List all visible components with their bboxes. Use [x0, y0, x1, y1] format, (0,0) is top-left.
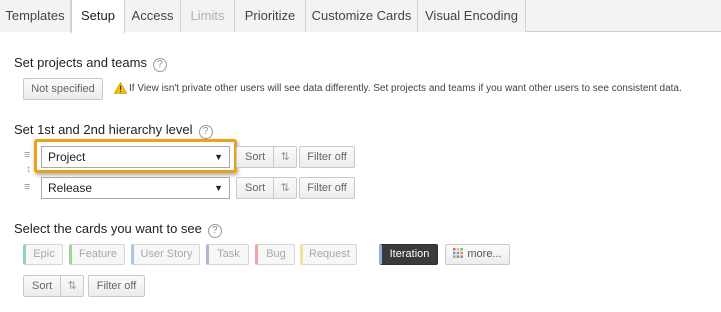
not-specified-button[interactable]: Not specified [23, 78, 103, 100]
hierarchy-level-2-value: Release [48, 181, 93, 195]
tab-visual-encoding[interactable]: Visual Encoding [418, 0, 526, 32]
card-type-epic[interactable]: Epic [23, 244, 63, 265]
sort-control[interactable]: Sort ⇅ [236, 177, 298, 199]
card-type-task[interactable]: Task [206, 244, 249, 265]
filter-button[interactable]: Filter off [299, 177, 355, 199]
chevron-down-icon: ▼ [214, 183, 223, 193]
tab-setup[interactable]: Setup [71, 0, 125, 33]
projects-heading: Set projects and teams? [14, 55, 167, 72]
card-type-request[interactable]: Request [300, 244, 357, 265]
hierarchy-heading-text: Set 1st and 2nd hierarchy level [14, 122, 193, 137]
drag-handle-icon[interactable]: ≡ [24, 182, 30, 193]
hierarchy-level-2-select[interactable]: Release ▼ [41, 177, 230, 199]
projects-heading-text: Set projects and teams [14, 55, 147, 70]
card-types-grid-icon [453, 246, 464, 265]
cards-heading-text: Select the cards you want to see [14, 221, 202, 236]
hierarchy-heading: Set 1st and 2nd hierarchy level? [14, 122, 213, 139]
help-icon[interactable]: ? [207, 224, 222, 238]
sort-direction-icon[interactable]: ⇅ [274, 178, 296, 198]
sort-direction-icon[interactable]: ⇅ [61, 276, 83, 296]
filter-button[interactable]: Filter off [88, 275, 145, 297]
drag-handle-icon[interactable]: ≡ [24, 150, 30, 161]
warning-text: If View isn't private other users will s… [129, 83, 682, 94]
card-type-user-story[interactable]: User Story [131, 244, 200, 265]
help-icon[interactable]: ? [152, 58, 167, 72]
tab-templates[interactable]: Templates [0, 0, 71, 32]
card-type-iteration[interactable]: Iteration [379, 244, 438, 265]
sort-button[interactable]: Sort [237, 147, 275, 167]
card-type-bug[interactable]: Bug [255, 244, 295, 265]
warning-message: If View isn't private other users will s… [113, 81, 682, 100]
help-icon[interactable]: ? [198, 125, 213, 139]
tab-customize-cards[interactable]: Customize Cards [306, 0, 418, 32]
tab-prioritize[interactable]: Prioritize [235, 0, 306, 32]
sort-button[interactable]: Sort [24, 276, 62, 296]
tab-limits: Limits [181, 0, 235, 32]
more-label: more... [467, 248, 502, 260]
sort-button[interactable]: Sort [237, 178, 275, 198]
cards-heading: Select the cards you want to see? [14, 221, 222, 238]
cards-sort-control[interactable]: Sort ⇅ [23, 275, 85, 297]
tab-bar: Templates Setup Access Limits Prioritize… [0, 0, 721, 33]
sort-direction-icon[interactable]: ⇅ [274, 147, 296, 167]
card-type-feature[interactable]: Feature [69, 244, 125, 265]
swap-levels-icon[interactable]: ↕ [26, 164, 31, 175]
highlight-frame [34, 139, 237, 173]
sort-control[interactable]: Sort ⇅ [236, 146, 298, 168]
tab-access[interactable]: Access [125, 0, 181, 32]
warning-icon [113, 81, 128, 100]
more-card-types-button[interactable]: more... [445, 244, 510, 265]
filter-button[interactable]: Filter off [299, 146, 355, 168]
